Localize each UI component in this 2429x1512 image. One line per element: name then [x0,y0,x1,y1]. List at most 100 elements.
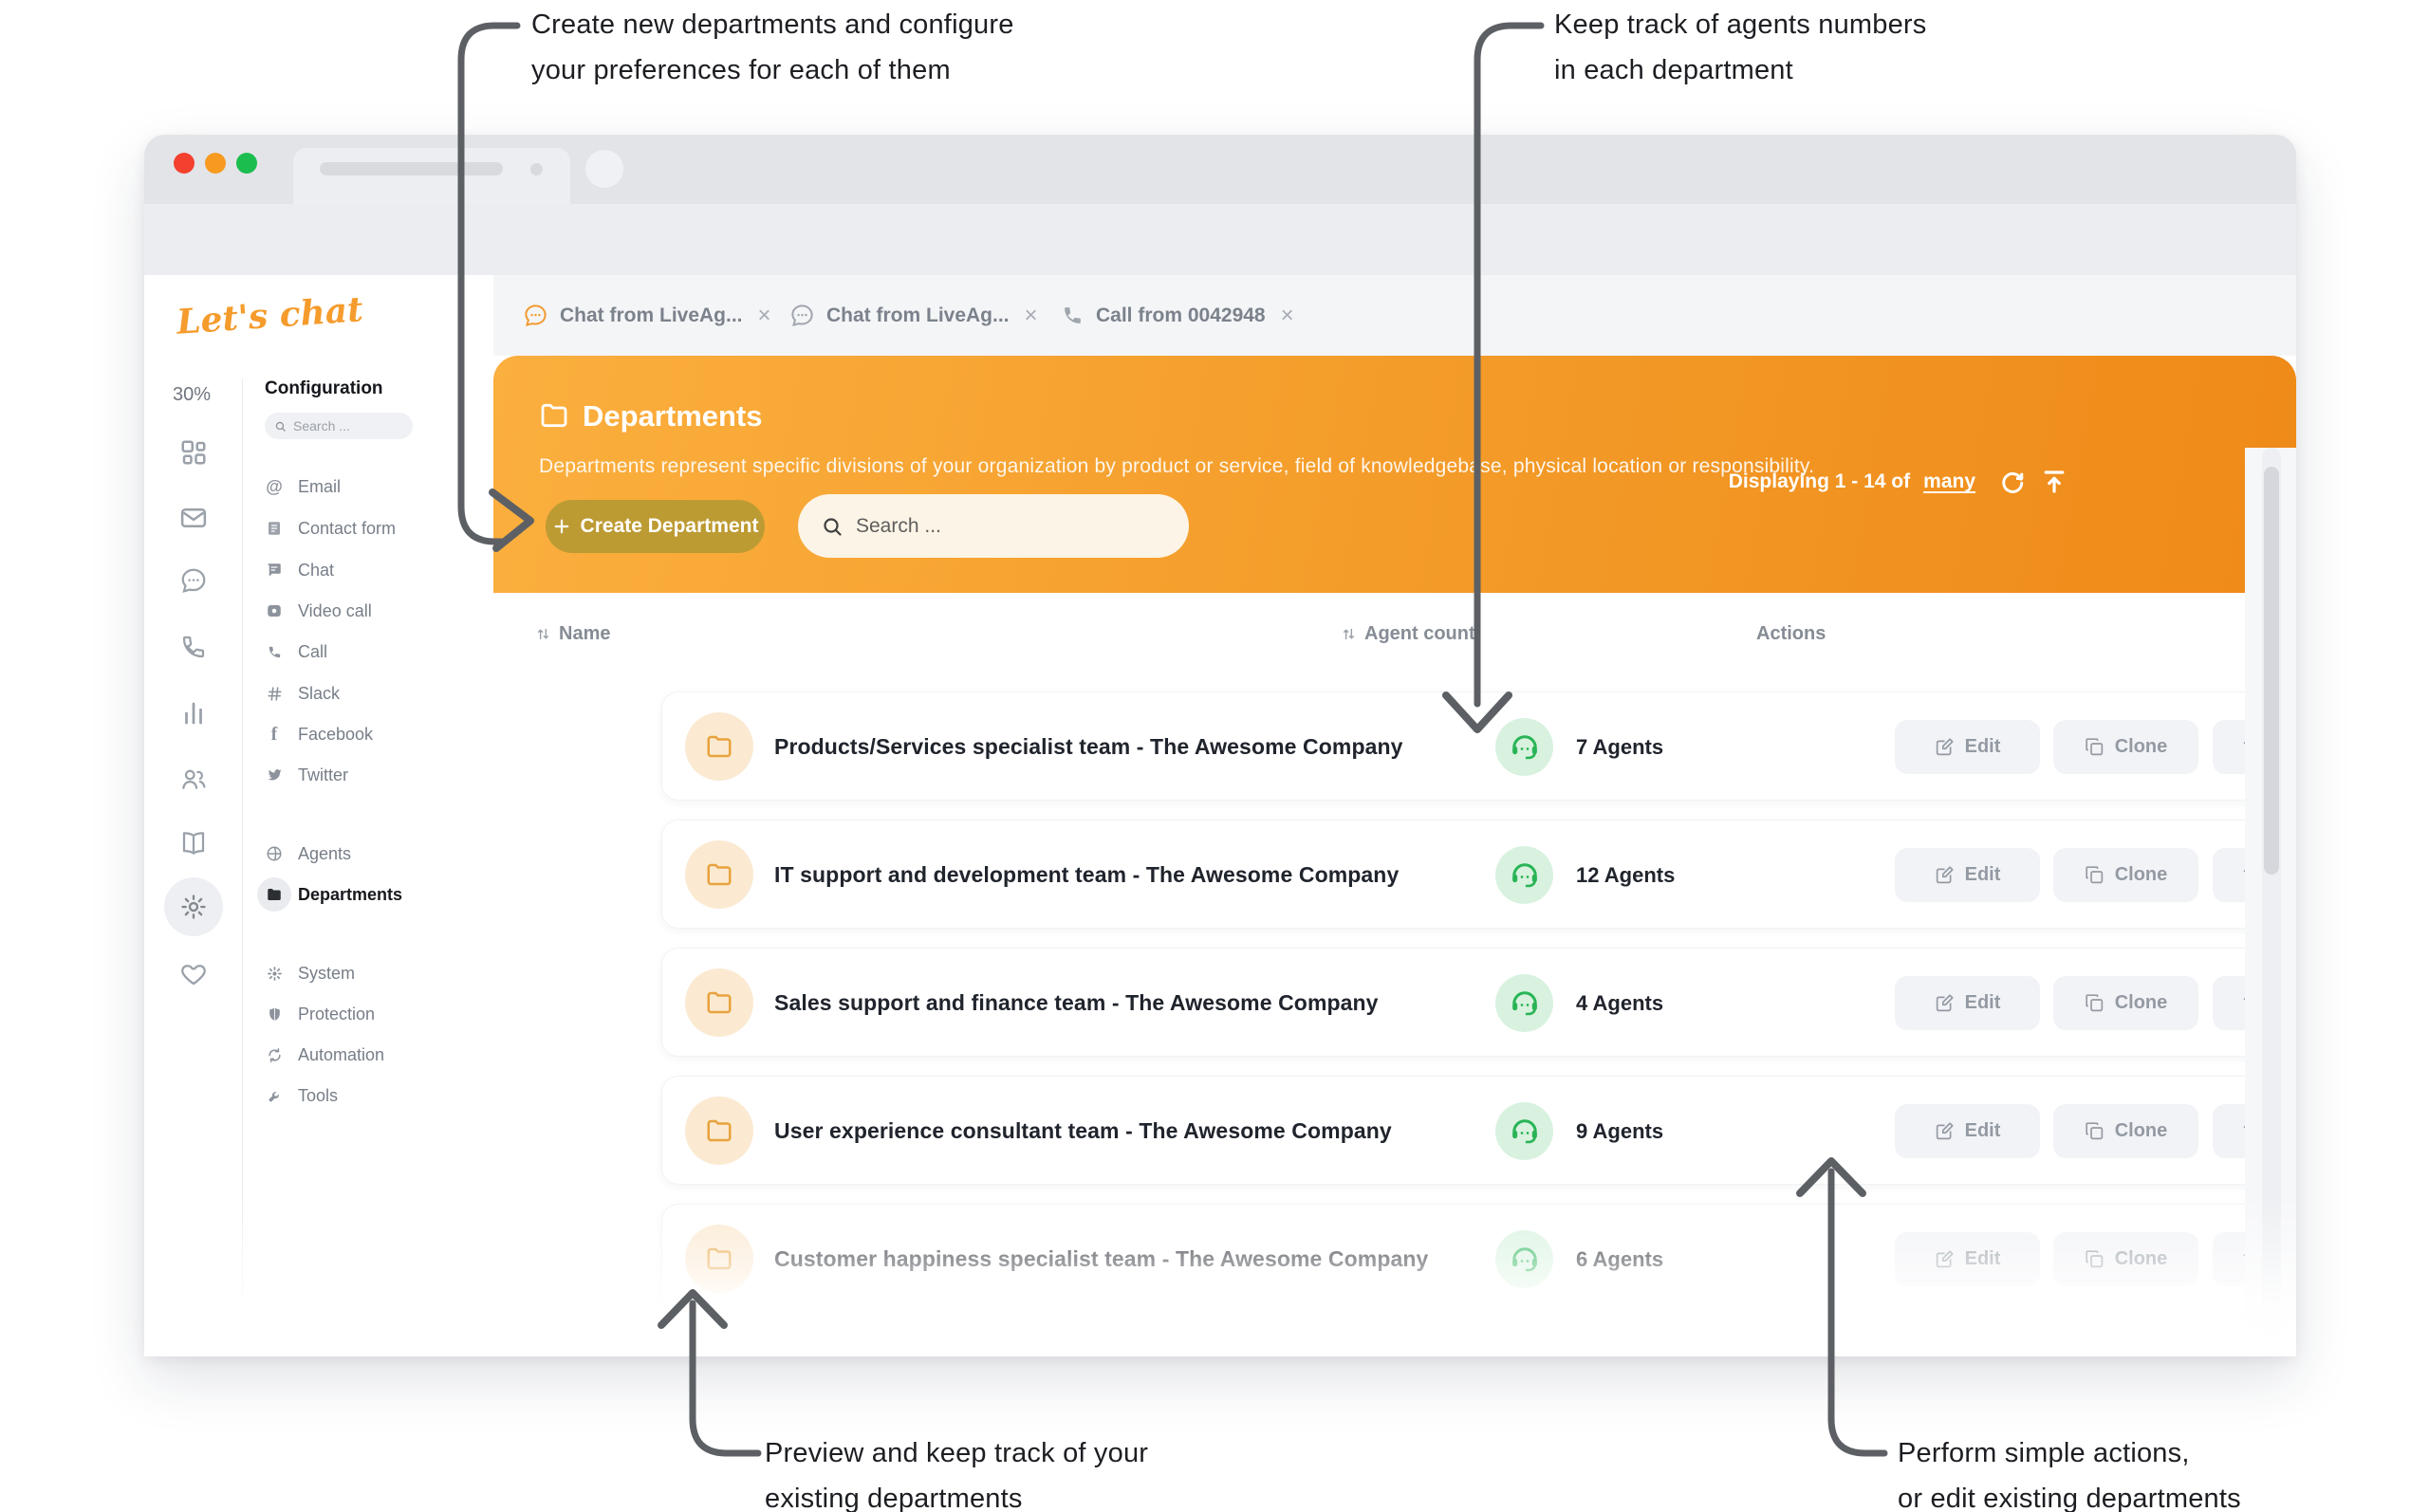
facebook-icon: f [265,725,284,744]
sidebar-item-contact-form[interactable]: Contact form [265,515,396,542]
chat-icon [265,561,284,580]
edit-button[interactable]: Edit [1895,1104,2040,1158]
form-icon [265,519,284,538]
column-label: Actions [1756,623,1826,645]
mail-icon[interactable] [179,504,208,532]
agent-headset-icon [1495,974,1553,1032]
scrollbar-thumb[interactable] [2264,467,2279,875]
sidebar-search[interactable] [265,413,413,439]
edit-button[interactable]: Edit [1895,976,2040,1030]
clone-label: Clone [2115,736,2168,758]
phone-icon[interactable] [179,633,208,661]
sidebar-item-protection[interactable]: Protection [265,1001,375,1027]
agent-count: 7 Agents [1576,692,1663,802]
close-icon[interactable]: × [1021,303,1042,329]
collapse-top-icon[interactable] [2040,468,2068,496]
sidebar-item-label: Protection [298,1005,375,1024]
column-header-actions: Actions [1756,623,1826,645]
sidebar-item-label: Twitter [298,765,348,785]
sidebar-item-slack[interactable]: Slack [265,680,340,707]
column-header-name[interactable]: Name [535,623,610,645]
sidebar-item-departments[interactable]: Departments [265,881,402,908]
traffic-light-minimize[interactable] [205,153,226,174]
sidebar-item-chat[interactable]: Chat [265,557,334,583]
gear-icon [265,964,284,983]
app-tab-label: Chat from LiveAg... [560,304,743,327]
agent-headset-icon [1495,1102,1553,1160]
sidebar-item-email[interactable]: @ Email [265,473,341,500]
zoom-level-label: 30% [173,384,211,406]
chat-bubble-icon [523,303,548,328]
clone-button[interactable]: Clone [2053,976,2198,1030]
displaying-many-link[interactable]: many [1923,470,1975,493]
shield-icon [265,1005,284,1023]
departments-search[interactable] [798,494,1189,558]
annotation-agent-numbers: Keep track of agents numbers in each dep… [1554,2,1926,93]
tab-title-placeholder [320,162,503,175]
edit-label: Edit [1965,736,2001,758]
clone-label: Clone [2115,864,2168,886]
sidebar-item-automation[interactable]: Automation [265,1042,384,1068]
create-department-label: Create Department [581,515,759,538]
department-name: IT support and development team - The Aw… [774,821,1399,930]
app-logo: Let's chat [176,289,364,342]
gear-icon[interactable] [179,893,208,921]
browser-tab-bar [144,135,2296,204]
column-header-agent-count[interactable]: Agent count [1341,623,1475,645]
clone-button[interactable]: Clone [2053,848,2198,902]
sidebar-item-facebook[interactable]: f Facebook [265,721,373,747]
app-tab-call[interactable]: Call from 0042948 × [1061,275,1298,356]
configuration-heading: Configuration [265,378,383,399]
traffic-light-maximize[interactable] [236,153,257,174]
edit-button[interactable]: Edit [1895,848,2040,902]
clone-label: Clone [2115,992,2168,1014]
clone-button[interactable]: Clone [2053,1104,2198,1158]
phone-icon [1061,304,1085,327]
edit-pencil-icon [1935,1249,1955,1269]
sidebar-item-call[interactable]: Call [265,638,327,665]
clone-copy-icon [2085,1249,2105,1269]
create-department-button[interactable]: Create Department [546,500,765,553]
app-tab-chat-2[interactable]: Chat from LiveAg... × [789,275,1042,356]
clone-button[interactable]: Clone [2053,720,2198,774]
logo-panel: Let's chat [144,275,493,356]
sidebar-item-system[interactable]: System [265,960,355,986]
page-title: Departments [583,399,763,433]
edit-button[interactable]: Edit [1895,1232,2040,1286]
departments-search-input[interactable] [856,515,1140,538]
close-icon[interactable]: × [754,303,775,329]
heart-icon[interactable] [179,960,208,988]
sidebar-item-video-call[interactable]: Video call [265,598,372,624]
agents-globe-icon [265,844,284,863]
refresh-icon[interactable] [1998,468,2027,496]
clone-button[interactable]: Clone [2053,1232,2198,1286]
close-icon[interactable]: × [1277,303,1298,329]
edit-button[interactable]: Edit [1895,720,2040,774]
app-tab-label: Call from 0042948 [1096,304,1266,327]
chat-bubble-icon [789,303,815,328]
agent-count: 9 Agents [1576,1077,1663,1186]
browser-window: samplepage.ladesk.com Let's chat Chat fr… [144,135,2296,1356]
clone-copy-icon [2085,865,2105,885]
annotation-line: Perform simple actions, [1898,1430,2241,1476]
agent-headset-icon [1495,718,1553,776]
traffic-light-close[interactable] [174,153,195,174]
annotation-line: in each department [1554,47,1926,93]
folder-icon [685,1097,753,1165]
sidebar-item-twitter[interactable]: Twitter [265,762,348,788]
browser-tab[interactable] [293,148,570,204]
dashboard-grid-icon[interactable] [179,438,208,467]
department-name: Sales support and finance team - The Awe… [774,949,1379,1058]
knowledgebase-book-icon[interactable] [179,829,208,857]
sidebar-item-agents[interactable]: Agents [265,840,351,867]
bar-chart-icon[interactable] [179,699,208,728]
app-tab-chat-1[interactable]: Chat from LiveAg... × [523,275,775,356]
sidebar-item-tools[interactable]: Tools [265,1082,338,1109]
chat-bubble-icon[interactable] [179,566,208,595]
clone-copy-icon [2085,1121,2105,1141]
tab-close-icon[interactable] [530,163,543,175]
sidebar-search-input[interactable] [293,418,398,433]
folder-icon [265,885,284,904]
new-tab-button[interactable] [585,150,623,188]
contacts-people-icon[interactable] [179,765,208,794]
